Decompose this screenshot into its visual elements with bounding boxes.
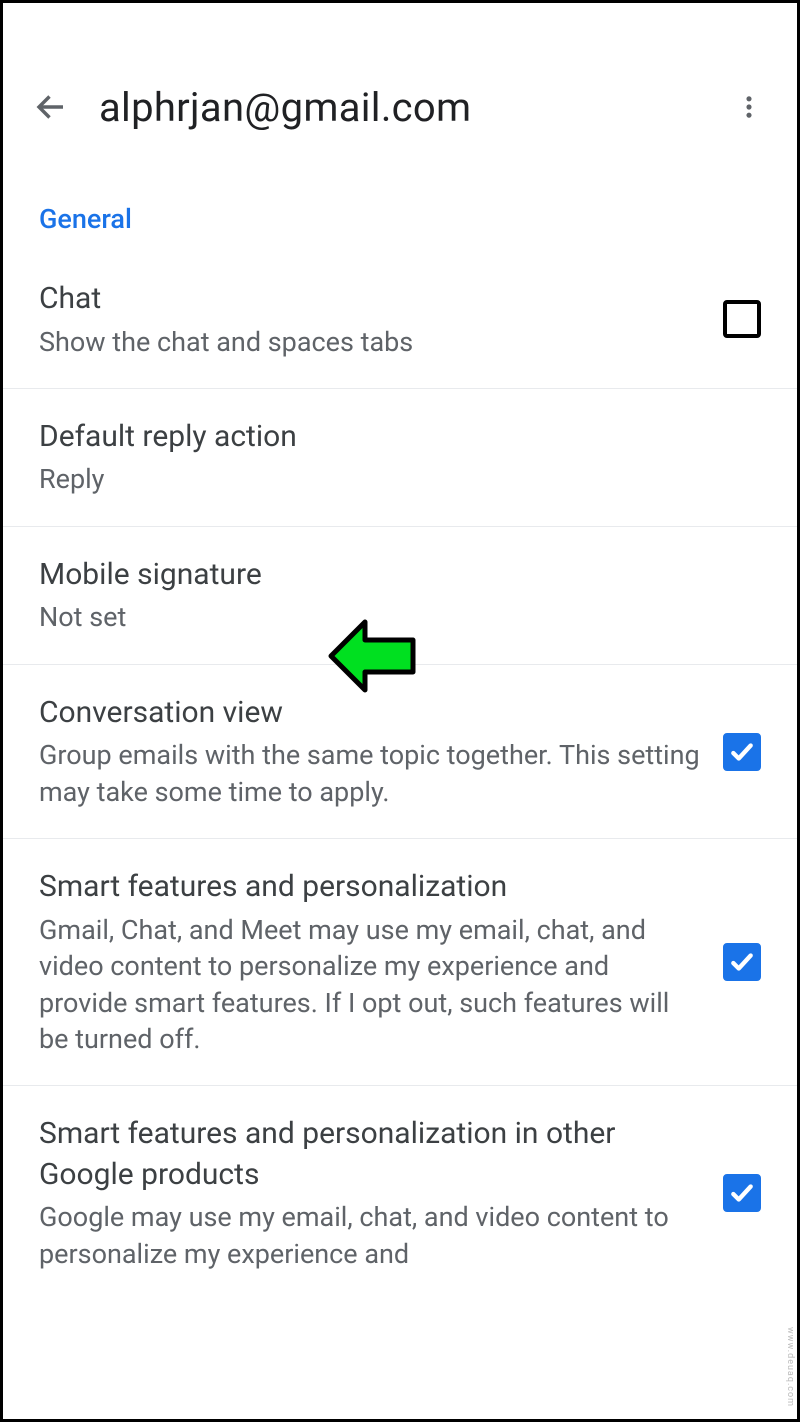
setting-text: Conversation view Group emails with the …	[39, 693, 723, 810]
setting-subtitle: Gmail, Chat, and Meet may use my email, …	[39, 912, 703, 1058]
setting-conversation-view[interactable]: Conversation view Group emails with the …	[3, 665, 797, 839]
setting-text: Chat Show the chat and spaces tabs	[39, 279, 723, 360]
setting-text: Smart features and personalization in ot…	[39, 1114, 723, 1272]
setting-mobile-signature[interactable]: Mobile signature Not set	[3, 527, 797, 665]
setting-subtitle: Google may use my email, chat, and video…	[39, 1199, 703, 1272]
setting-text: Mobile signature Not set	[39, 555, 761, 636]
setting-smart-features[interactable]: Smart features and personalization Gmail…	[3, 839, 797, 1086]
checkbox-smart-features-other[interactable]	[723, 1174, 761, 1212]
checkbox-smart-features[interactable]	[723, 943, 761, 981]
setting-text: Smart features and personalization Gmail…	[39, 867, 723, 1057]
checkbox-chat[interactable]	[723, 300, 761, 338]
setting-chat[interactable]: Chat Show the chat and spaces tabs	[3, 251, 797, 389]
watermark: www.deuaq.com	[785, 1327, 795, 1407]
more-vert-icon[interactable]	[729, 87, 769, 127]
setting-smart-features-other[interactable]: Smart features and personalization in ot…	[3, 1086, 797, 1300]
setting-title: Default reply action	[39, 417, 741, 458]
setting-text: Default reply action Reply	[39, 417, 761, 498]
setting-subtitle: Group emails with the same topic togethe…	[39, 737, 703, 810]
back-arrow-icon[interactable]	[31, 87, 71, 127]
setting-title: Chat	[39, 279, 703, 320]
app-header: alphrjan@gmail.com	[3, 43, 797, 163]
setting-title: Conversation view	[39, 693, 703, 734]
setting-subtitle: Not set	[39, 599, 741, 635]
section-label-general: General	[3, 163, 797, 251]
setting-title: Smart features and personalization	[39, 867, 703, 908]
checkbox-conversation-view[interactable]	[723, 733, 761, 771]
setting-default-reply[interactable]: Default reply action Reply	[3, 389, 797, 527]
setting-subtitle: Show the chat and spaces tabs	[39, 324, 703, 360]
account-email-title: alphrjan@gmail.com	[99, 84, 729, 131]
setting-title: Mobile signature	[39, 555, 741, 596]
setting-subtitle: Reply	[39, 461, 741, 497]
setting-title: Smart features and personalization in ot…	[39, 1114, 703, 1195]
